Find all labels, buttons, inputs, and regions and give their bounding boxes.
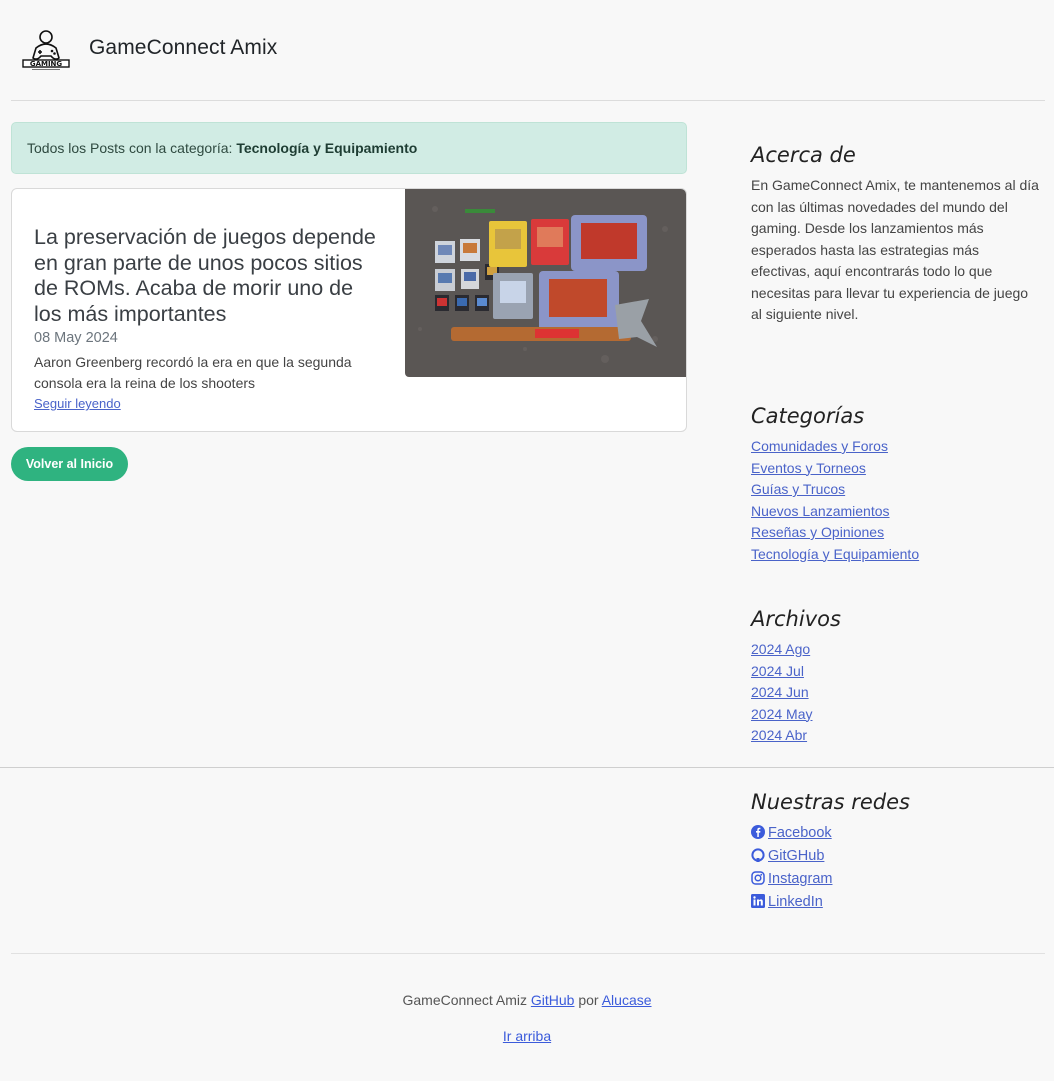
archives-list: 2024 Ago 2024 Jul 2024 Jun 2024 May 2024… <box>751 639 1041 747</box>
instagram-icon <box>751 871 765 885</box>
social-item: GitGHub <box>751 845 1041 868</box>
category-alert: Todos los Posts con la categoría: Tecnol… <box>11 122 687 174</box>
facebook-link[interactable]: Facebook <box>751 825 832 841</box>
footer-divider <box>11 953 1045 954</box>
github-link[interactable]: GitGHub <box>751 848 824 864</box>
social-item: LinkedIn <box>751 891 1041 914</box>
footer-text-before: GameConnect Amiz <box>402 992 527 1008</box>
post-date: 08 May 2024 <box>34 330 118 346</box>
sidebar-social: Nuestras redes Facebook GitGHub Instagra… <box>751 790 1041 914</box>
social-item: Facebook <box>751 822 1041 845</box>
category-item: Eventos y Torneos <box>751 458 1041 480</box>
category-item: Guías y Trucos <box>751 479 1041 501</box>
category-link-eventos[interactable]: Eventos y Torneos <box>751 460 866 476</box>
footer-github-link[interactable]: GitHub <box>531 992 575 1008</box>
facebook-label: Facebook <box>768 825 832 841</box>
post-title[interactable]: La preservación de juegos depende en gra… <box>34 225 386 327</box>
archive-item: 2024 Jun <box>751 682 1041 704</box>
archive-item: 2024 May <box>751 704 1041 726</box>
linkedin-link[interactable]: LinkedIn <box>751 894 823 910</box>
footer-top-row: Ir arriba <box>0 1028 1054 1044</box>
archive-link-abr[interactable]: 2024 Abr <box>751 727 807 743</box>
github-icon <box>751 848 765 862</box>
category-link-guias[interactable]: Guías y Trucos <box>751 481 845 497</box>
categories-list: Comunidades y Foros Eventos y Torneos Gu… <box>751 436 1041 565</box>
github-label: GitGHub <box>768 848 825 864</box>
alert-prefix: Todos los Posts con la categoría: <box>27 140 233 156</box>
sidebar-about: Acerca de En GameConnect Amix, te manten… <box>751 143 1041 326</box>
gaming-logo-icon[interactable]: GAMING <box>22 28 70 72</box>
facebook-icon <box>751 825 765 839</box>
logo-text: GAMING <box>30 60 63 68</box>
linkedin-icon <box>751 894 765 908</box>
post-image[interactable] <box>405 189 687 377</box>
category-link-tecnologia[interactable]: Tecnología y Equipamiento <box>751 546 919 562</box>
instagram-label: Instagram <box>768 871 833 887</box>
category-item: Nuevos Lanzamientos <box>751 501 1041 523</box>
sidebar-categories: Categorías Comunidades y Foros Eventos y… <box>751 404 1041 565</box>
social-title: Nuestras redes <box>751 790 910 814</box>
archives-title: Archivos <box>751 607 841 631</box>
archive-link-jun[interactable]: 2024 Jun <box>751 684 809 700</box>
category-item: Reseñas y Opiniones <box>751 522 1041 544</box>
post-card-body: La preservación de juegos depende en gra… <box>34 225 386 413</box>
category-item: Comunidades y Foros <box>751 436 1041 458</box>
archive-link-ago[interactable]: 2024 Ago <box>751 641 810 657</box>
about-title: Acerca de <box>751 143 856 167</box>
archive-item: 2024 Ago <box>751 639 1041 661</box>
post-card: La preservación de juegos depende en gra… <box>11 188 687 432</box>
category-item: Tecnología y Equipamiento <box>751 544 1041 566</box>
footer-credits: GameConnect Amiz GitHub por Alucase <box>0 992 1054 1008</box>
archive-link-jul[interactable]: 2024 Jul <box>751 663 804 679</box>
archive-item: 2024 Jul <box>751 661 1041 683</box>
category-link-resenas[interactable]: Reseñas y Opiniones <box>751 524 884 540</box>
section-divider <box>0 767 1054 768</box>
archive-link-may[interactable]: 2024 May <box>751 706 812 722</box>
post-excerpt: Aaron Greenberg recordó la era en que la… <box>34 354 352 391</box>
instagram-link[interactable]: Instagram <box>751 871 832 887</box>
footer-text-by: por <box>578 992 599 1008</box>
read-more-link[interactable]: Seguir leyendo <box>34 396 121 411</box>
social-item: Instagram <box>751 868 1041 891</box>
archive-item: 2024 Abr <box>751 725 1041 747</box>
footer-author-link[interactable]: Alucase <box>602 992 652 1008</box>
category-link-comunidades[interactable]: Comunidades y Foros <box>751 438 888 454</box>
brand-title[interactable]: GameConnect Amix <box>89 36 277 60</box>
header-divider <box>11 100 1045 101</box>
sidebar-archives: Archivos 2024 Ago 2024 Jul 2024 Jun 2024… <box>751 607 1041 747</box>
back-home-button[interactable]: Volver al Inicio <box>11 447 128 481</box>
alert-category: Tecnología y Equipamiento <box>236 140 418 156</box>
site-header: GAMING GameConnect Amix <box>0 0 1054 101</box>
back-to-top-link[interactable]: Ir arriba <box>503 1028 551 1044</box>
about-text: En GameConnect Amix, te mantenemos al dí… <box>751 177 1039 322</box>
linkedin-label: LinkedIn <box>768 894 823 910</box>
category-link-lanzamientos[interactable]: Nuevos Lanzamientos <box>751 503 890 519</box>
categories-title: Categorías <box>751 404 865 428</box>
social-list: Facebook GitGHub Instagram LinkedIn <box>751 822 1041 914</box>
